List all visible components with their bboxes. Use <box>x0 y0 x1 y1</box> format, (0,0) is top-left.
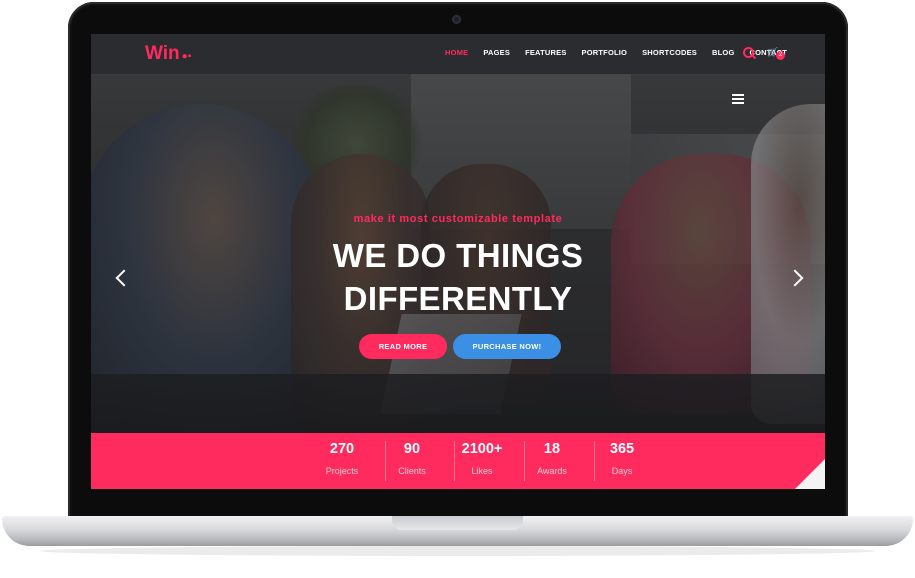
nav-item-portfolio[interactable]: PORTFOLIO <box>582 48 628 57</box>
stat-days: 365 Days <box>587 441 657 476</box>
nav-item-pages[interactable]: PAGES <box>483 48 510 57</box>
hamburger-menu-icon[interactable] <box>732 94 744 104</box>
logo-dots: ●▪ <box>181 51 192 62</box>
laptop-base-notch <box>392 516 523 530</box>
stat-label: Clients <box>398 466 426 476</box>
stat-value: 365 <box>609 441 635 457</box>
purchase-now-button[interactable]: PURCHASE NOW! <box>453 334 561 359</box>
stat-value: 2100+ <box>461 441 503 457</box>
screen: Win ●▪ HOME PAGES FEATURES PORTFOLIO SHOR… <box>91 34 825 489</box>
stats-bar: 270 Projects 90 Clients 2100+ Likes 18 A… <box>91 433 825 489</box>
stat-label: Likes <box>471 466 493 476</box>
stat-label: Days <box>611 466 633 476</box>
stats-corner-fold <box>795 459 825 489</box>
stat-label: Awards <box>537 466 567 476</box>
search-icon[interactable] <box>743 47 754 58</box>
hero-tagline: make it most customizable template <box>353 213 563 225</box>
nav-item-shortcodes[interactable]: SHORTCODES <box>642 48 697 57</box>
hero-slider: make it most customizable template WE DO… <box>91 74 825 433</box>
stat-clients: 90 Clients <box>377 441 447 476</box>
webcam-icon <box>452 15 461 24</box>
stat-likes: 2100+ Likes <box>447 441 517 476</box>
nav-item-features[interactable]: FEATURES <box>525 48 566 57</box>
stat-label: Projects <box>325 466 359 476</box>
nav-item-home[interactable]: HOME <box>445 48 468 57</box>
hero-headline: WE DO THINGS DIFFERENTLY <box>91 234 825 320</box>
main-nav: HOME PAGES FEATURES PORTFOLIO SHORTCODES… <box>445 48 787 57</box>
navbar: Win ●▪ HOME PAGES FEATURES PORTFOLIO SHOR… <box>91 34 825 74</box>
stat-awards: 18 Awards <box>517 441 587 476</box>
read-more-button[interactable]: READ MORE <box>359 334 447 359</box>
nav-item-blog[interactable]: BLOG <box>712 48 734 57</box>
hero-headline-line-2: DIFFERENTLY <box>343 280 573 317</box>
stat-value: 270 <box>329 441 355 457</box>
stat-value: 90 <box>403 441 421 457</box>
cart-count-badge: 2 <box>776 51 785 60</box>
laptop-shadow <box>40 546 875 556</box>
stat-projects: 270 Projects <box>307 441 377 476</box>
logo-text: Win <box>145 43 180 64</box>
hero-headline-line-1: WE DO THINGS <box>332 237 584 274</box>
stat-value: 18 <box>543 441 561 457</box>
site-logo[interactable]: Win ●▪ <box>145 43 191 65</box>
